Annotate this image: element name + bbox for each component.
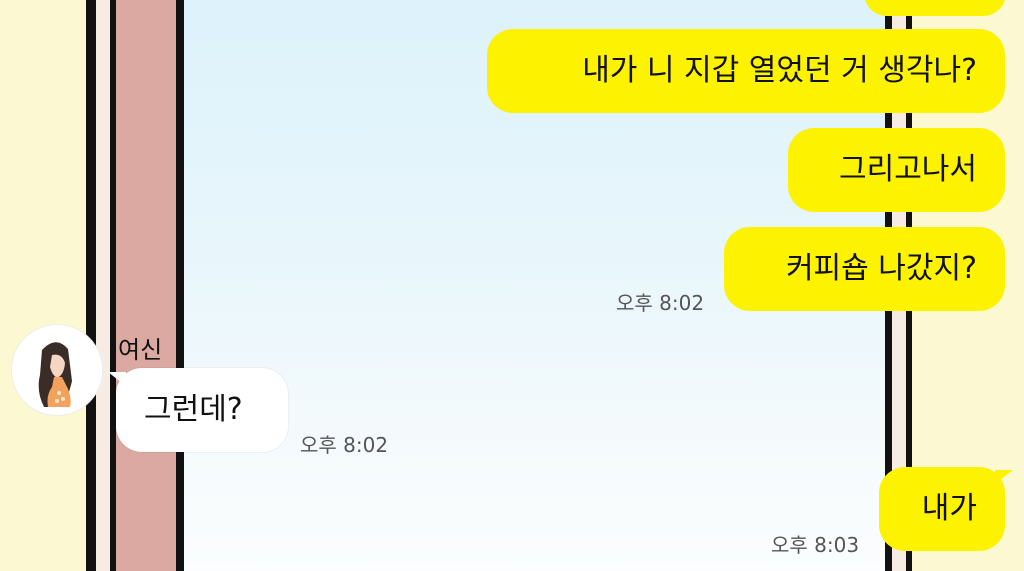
- left-wall: [0, 0, 86, 571]
- girl-profile-icon[interactable]: [12, 325, 102, 415]
- message-bubble-outgoing[interactable]: 커피숍 나갔지?: [724, 227, 1005, 311]
- pink-pillar: [116, 0, 176, 571]
- message-bubble-outgoing[interactable]: 그리고나서: [788, 128, 1005, 212]
- message-text: 그리고나서: [839, 152, 977, 187]
- sender-name: 여신: [118, 336, 163, 364]
- frame-line-left-1: [86, 0, 96, 571]
- frame-cream-left: [96, 0, 110, 571]
- message-timestamp: 오후 8:02: [616, 291, 705, 315]
- bubble-tail: [108, 372, 126, 386]
- message-text: 커피숍 나갔지?: [785, 251, 977, 286]
- message-timestamp: 오후 8:03: [771, 533, 860, 557]
- message-bubble-outgoing[interactable]: [864, 0, 1006, 16]
- message-text: 내가: [921, 491, 977, 526]
- message-bubble-incoming[interactable]: 그런데?: [116, 368, 288, 452]
- frame-line-left-3: [176, 0, 184, 571]
- bubble-tail: [995, 470, 1013, 484]
- message-bubble-outgoing[interactable]: 내가 니 지갑 열었던 거 생각나?: [487, 29, 1005, 113]
- message-text: 그런데?: [144, 392, 243, 427]
- message-bubble-outgoing[interactable]: 내가: [879, 467, 1005, 551]
- message-timestamp: 오후 8:02: [300, 433, 389, 457]
- message-text: 내가 니 지갑 열었던 거 생각나?: [582, 53, 977, 88]
